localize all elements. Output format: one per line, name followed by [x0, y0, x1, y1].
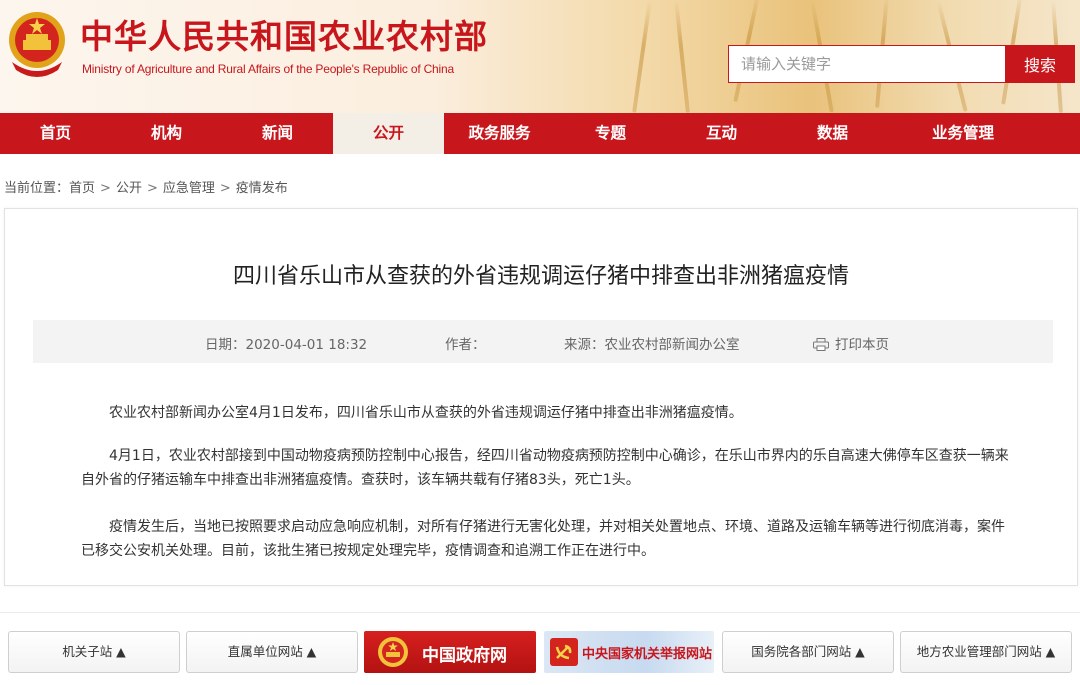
- nav-item-data[interactable]: 数据: [777, 113, 888, 154]
- article-title: 四川省乐山市从查获的外省违规调运仔猪中排查出非洲猪瘟疫情: [232, 264, 849, 289]
- article-author: 作者：: [445, 337, 486, 353]
- nav-item-home[interactable]: 首页: [0, 113, 111, 154]
- report-site-label: 中央国家机关举报网站: [582, 647, 713, 662]
- article-meta: 日期：2020-04-01 18:32 作者： 来源：农业农村部新闻办公室 打印…: [33, 320, 1053, 363]
- site-footer: 机关子站 ▲ 直属单位网站 ▲ 中国政府网 中央国家机关举报网站 国务院各部门网…: [0, 612, 1080, 685]
- breadcrumb-separator: >: [146, 181, 158, 196]
- breadcrumb-public[interactable]: 公开: [116, 181, 142, 196]
- state-council-sites-button[interactable]: 国务院各部门网站 ▲: [722, 631, 894, 673]
- site-subtitle: Ministry of Agriculture and Rural Affair…: [82, 62, 454, 76]
- affiliated-units-button[interactable]: 直属单位网站 ▲: [186, 631, 358, 673]
- breadcrumb: 当前位置：首页 > 公开 > 应急管理 > 疫情发布: [4, 177, 288, 196]
- breadcrumb-prefix: 当前位置：: [4, 181, 70, 196]
- print-page-button[interactable]: 打印本页: [813, 333, 889, 353]
- nav-item-interaction[interactable]: 互动: [666, 113, 777, 154]
- breadcrumb-emergency[interactable]: 应急管理: [163, 181, 215, 196]
- breadcrumb-separator: >: [100, 181, 111, 196]
- paragraph-3: 疫情发生后，当地已按照要求启动应急响应机制，对所有仔猪进行无害化处理，并对相关处…: [81, 519, 1005, 559]
- national-emblem-icon: [9, 12, 65, 77]
- paragraph-2: 4月1日，农业农村部接到中国动物疫病预防控制中心报告，经四川省动物疫病预防控制中…: [81, 448, 1009, 488]
- nav-item-business[interactable]: 业务管理: [888, 113, 1038, 154]
- main-nav: 首页 机构 新闻 公开 政务服务 专题 互动 数据 业务管理: [0, 113, 1080, 154]
- print-page-label: 打印本页: [835, 337, 889, 353]
- article-paragraph: 4月1日，农业农村部接到中国动物疫病预防控制中心报告，经四川省动物疫病预防控制中…: [81, 444, 1011, 492]
- nav-item-organization[interactable]: 机构: [111, 113, 222, 154]
- site-title: 中华人民共和国农业农村部: [80, 17, 488, 56]
- gov-portal-label: 中国政府网: [422, 646, 507, 666]
- article-paragraph: 疫情发生后，当地已按照要求启动应急响应机制，对所有仔猪进行无害化处理，并对相关处…: [81, 515, 1011, 563]
- national-emblem-icon: [378, 637, 408, 667]
- article-panel: 四川省乐山市从查获的外省违规调运仔猪中排查出非洲猪瘟疫情 日期：2020-04-…: [4, 208, 1078, 586]
- printer-icon: [813, 338, 829, 351]
- report-site-banner[interactable]: 中央国家机关举报网站: [544, 631, 714, 673]
- search-button[interactable]: 搜索: [1005, 45, 1075, 83]
- breadcrumb-separator: >: [219, 181, 231, 196]
- article-paragraph: 农业农村部新闻办公室4月1日发布，四川省乐山市从查获的外省违规调运仔猪中排查出非…: [81, 401, 1011, 425]
- paragraph-1: 农业农村部新闻办公室4月1日发布，四川省乐山市从查获的外省违规调运仔猪中排查出非…: [109, 405, 743, 421]
- breadcrumb-home[interactable]: 首页: [69, 181, 95, 196]
- agency-subsites-button[interactable]: 机关子站 ▲: [8, 631, 180, 673]
- article-source: 来源：农业农村部新闻办公室: [564, 337, 740, 353]
- nav-item-news[interactable]: 新闻: [222, 113, 333, 154]
- nav-item-public[interactable]: 公开: [333, 113, 444, 154]
- site-header: 中华人民共和国农业农村部 Ministry of Agriculture and…: [0, 0, 1080, 113]
- local-agri-sites-button[interactable]: 地方农业管理部门网站 ▲: [900, 631, 1072, 673]
- search-input[interactable]: [728, 45, 1006, 83]
- breadcrumb-epidemic[interactable]: 疫情发布: [236, 181, 288, 196]
- article-date: 日期：2020-04-01 18:32: [205, 337, 368, 353]
- party-emblem-icon: [550, 638, 578, 666]
- wheat-decoration: [674, 0, 690, 113]
- nav-item-services[interactable]: 政务服务: [444, 113, 555, 154]
- nav-item-topics[interactable]: 专题: [555, 113, 666, 154]
- wheat-decoration: [632, 0, 652, 113]
- gov-portal-banner[interactable]: 中国政府网: [364, 631, 536, 673]
